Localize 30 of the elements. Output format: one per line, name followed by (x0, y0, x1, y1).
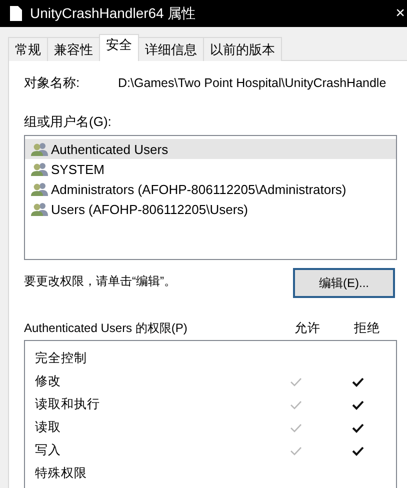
groups-label: 组或用户名(G): (24, 113, 112, 131)
permissions-label: Authenticated Users 的权限(P) (24, 320, 188, 336)
permission-name: 完全控制 (35, 350, 88, 367)
permission-name: 读取 (35, 419, 62, 436)
permission-name: 写入 (35, 442, 62, 459)
permission-name: 读取和执行 (35, 396, 101, 413)
users-icon (31, 142, 48, 156)
allow-heading: 允许 (293, 320, 322, 336)
permission-name: 特殊权限 (35, 465, 88, 482)
tab[interactable]: 安全 (99, 34, 139, 61)
tab[interactable]: 详细信息 (138, 37, 204, 61)
user-list-item[interactable]: Administrators (AFOHP-806112205\Administrators) (25, 179, 396, 199)
users-icon (31, 162, 48, 176)
users-icon (31, 202, 48, 216)
user-list-item[interactable]: Users (AFOHP-806112205\Users) (25, 199, 396, 219)
tab[interactable]: 常规 (8, 37, 48, 61)
tab[interactable]: 兼容性 (47, 37, 100, 61)
deny-heading: 拒绝 (353, 320, 382, 336)
close-button[interactable]: × (396, 4, 407, 22)
object-name-value: D:\Games\Two Point Hospital\UnityCrashHandle (118, 76, 386, 90)
edit-button[interactable]: 编辑(E)... (293, 268, 395, 298)
edit-hint: 要更改权限，请单击“编辑”。 (24, 273, 176, 290)
users-icon (31, 182, 48, 196)
object-name-label: 对象名称: (24, 74, 81, 92)
permission-name: 修改 (35, 373, 62, 390)
user-list-item[interactable]: SYSTEM (25, 159, 396, 179)
window-title: UnityCrashHandler64 属性 (30, 4, 197, 22)
tab[interactable]: 以前的版本 (203, 37, 282, 61)
user-list-item[interactable]: Authenticated Users (25, 139, 396, 159)
file-icon (10, 6, 22, 21)
